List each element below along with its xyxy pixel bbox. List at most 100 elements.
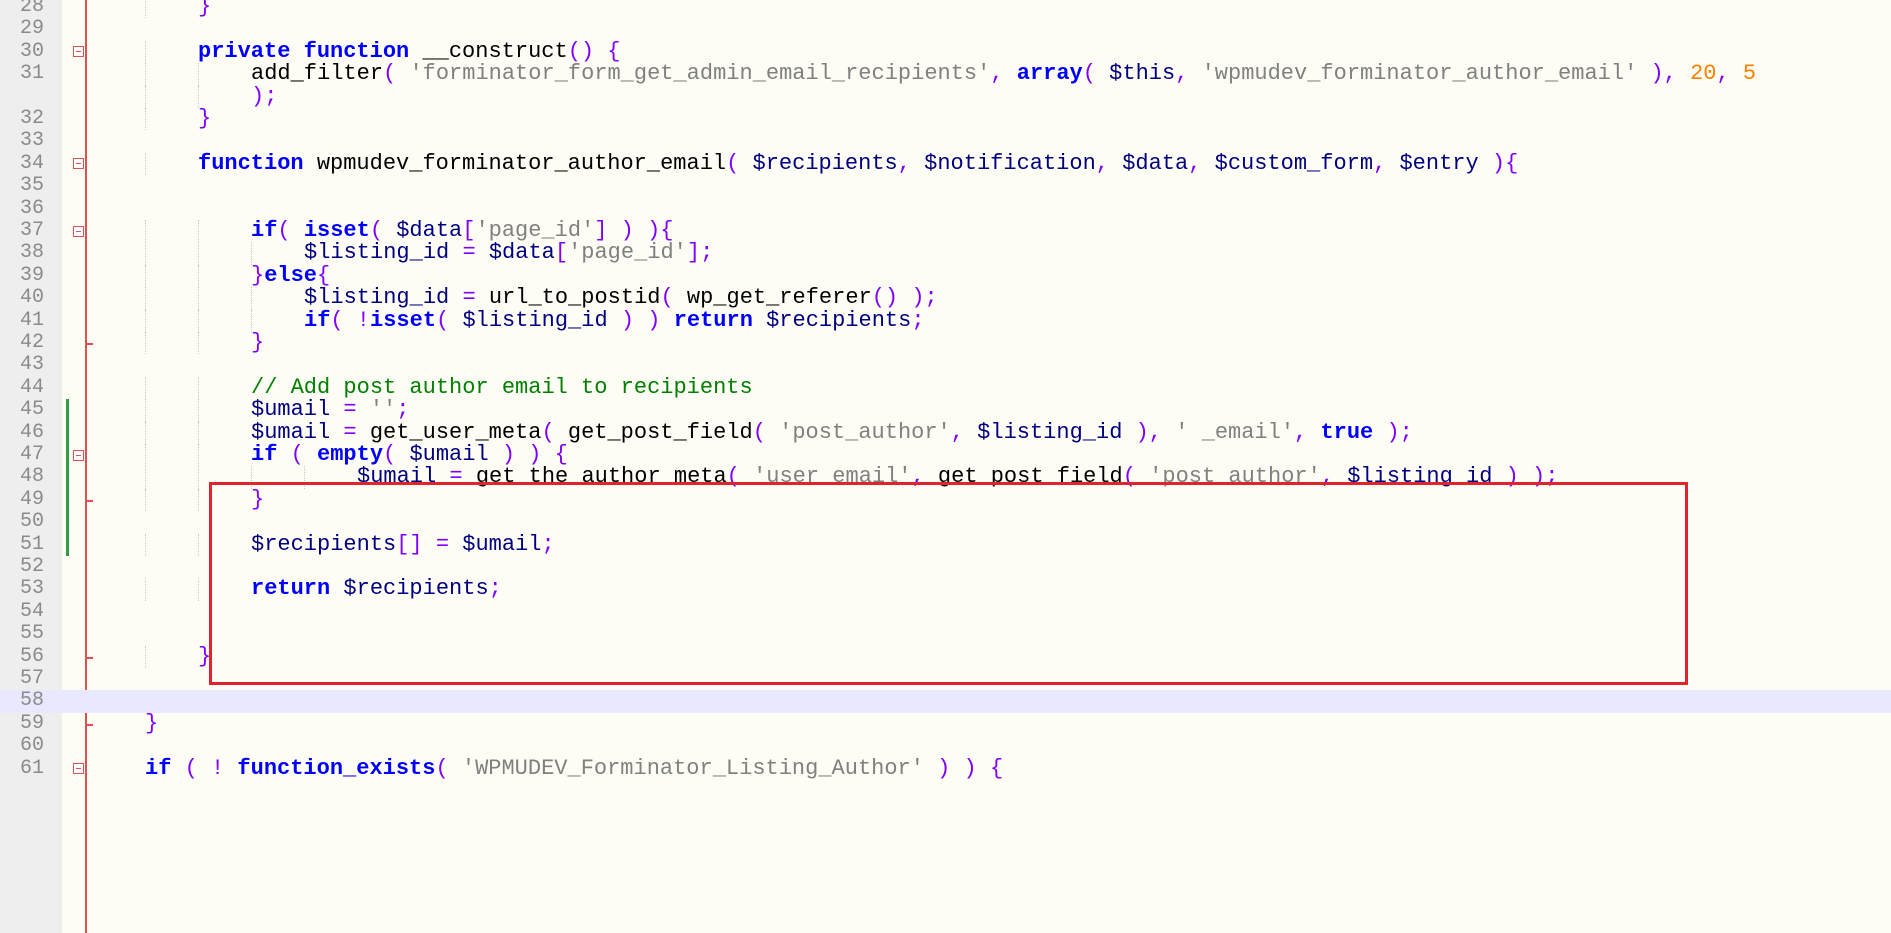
code-text: }	[198, 107, 211, 130]
fold-toggle-icon[interactable]	[73, 225, 84, 237]
code-text: if( isset( $data['page_id'] ) ){	[251, 218, 674, 243]
line-number: 49	[19, 487, 44, 511]
token-str: 'forminator_form_get_admin_email_recipie…	[409, 61, 991, 87]
code-line-43[interactable]: 43	[0, 353, 1891, 376]
code-line-32[interactable]: 32}	[0, 107, 1891, 131]
token-var: $data	[488, 240, 555, 266]
fold-toggle-icon[interactable]	[73, 449, 84, 461]
indent-guide	[198, 242, 199, 265]
token-op: {	[317, 262, 331, 288]
fold-toggle-icon[interactable]	[73, 46, 84, 58]
line-number: 37	[19, 219, 44, 242]
token-var: $this	[1109, 61, 1176, 87]
line-number: 54	[19, 599, 44, 623]
token-plain: __construct	[422, 38, 568, 64]
code-line-30[interactable]: 30 private function __construct() {	[0, 38, 1891, 64]
line-number: 32	[19, 107, 44, 130]
code-line-46[interactable]: 46 $umail = get_user_meta( get_post_field…	[0, 419, 1891, 445]
token-kw: function	[198, 150, 304, 176]
code-line-wrap[interactable]: );	[0, 85, 1891, 108]
token-plain: wpmudev_forminator_author_email	[316, 150, 727, 176]
indent-guide	[198, 466, 199, 489]
indent-guide	[145, 466, 146, 489]
code-line-35[interactable]: 35	[0, 174, 1891, 197]
line-number: 59	[19, 711, 44, 735]
code-line-59[interactable]: 59}	[0, 711, 1891, 735]
code-line-28[interactable]: 28}	[0, 0, 1891, 19]
token-kw: isset	[303, 218, 370, 243]
token-op: =	[343, 419, 357, 445]
code-line-34[interactable]: 34 function wpmudev_forminator_author_ema…	[0, 150, 1891, 176]
token-op: =	[462, 240, 476, 266]
code-line-38[interactable]: 38 $listing_id = $data['page_id'];	[0, 240, 1891, 266]
token-op: ,	[990, 61, 1017, 87]
code-line-31[interactable]: 31 add_filter( 'forminator_form_get_admin…	[0, 61, 1891, 87]
code-line-42[interactable]: 42}	[0, 331, 1891, 355]
code-text: );	[251, 85, 277, 108]
token-op: [	[554, 240, 569, 266]
code-line-45[interactable]: 45 $umail = '';	[0, 397, 1891, 423]
token-op: (	[435, 755, 462, 781]
token-var: $recipients	[752, 150, 898, 176]
token-op: ,	[897, 150, 925, 176]
token-op: =	[462, 285, 476, 311]
token-num: 5	[1742, 61, 1757, 87]
line-number: 48	[19, 465, 44, 489]
code-line-39[interactable]: 39}else{	[0, 262, 1891, 288]
fold-toggle-icon[interactable]	[73, 158, 84, 170]
fold-end-marker	[86, 723, 93, 726]
code-line-29[interactable]: 29	[0, 17, 1891, 40]
change-marker	[66, 488, 69, 512]
token-str: 'page_id'	[568, 240, 687, 266]
token-op: (	[660, 285, 687, 311]
code-editor[interactable]: 28} 29 30 private function __construct() {3…	[0, 0, 1891, 933]
token-var: $custom_form	[1214, 150, 1374, 176]
indent-guide	[198, 488, 199, 512]
token-op: ),	[1637, 61, 1691, 87]
indent-guide	[198, 332, 199, 355]
code-line-60[interactable]: 60	[0, 734, 1891, 757]
code-line-36[interactable]: 36	[0, 197, 1891, 220]
indent-guide	[198, 376, 199, 400]
code-line-41[interactable]: 41 if( !isset( $listing_id ) ) return $re…	[0, 307, 1891, 333]
token-op: ) ) {	[923, 755, 1004, 781]
token-op: ,	[1373, 150, 1400, 176]
token-str: 'post_author'	[779, 419, 951, 445]
line-number	[0, 86, 44, 108]
indent-guide	[145, 309, 146, 332]
line-number: 41	[19, 308, 44, 332]
indent-guide	[145, 242, 146, 265]
token-op: ),	[1122, 419, 1176, 445]
code-line-47[interactable]: 47 if ( empty( $umail ) ) {	[0, 442, 1891, 467]
code-text: }	[198, 0, 211, 18]
code-line-33[interactable]: 33	[0, 129, 1891, 153]
token-kw: isset	[370, 307, 437, 333]
indent-guide	[198, 220, 199, 243]
line-number: 33	[19, 129, 44, 153]
indent-guide	[251, 287, 252, 310]
code-line-61[interactable]: 61 if ( ! function_exists( 'WPMUDEV_Formi…	[0, 755, 1891, 781]
token-str: ' _email'	[1175, 419, 1295, 445]
indent-guide	[145, 645, 146, 668]
code-line-40[interactable]: 40 $listing_id = url_to_postid( wp_get_re…	[0, 285, 1891, 311]
indent-guide	[145, 63, 146, 86]
fold-toggle-icon[interactable]	[73, 763, 84, 775]
code-line-44[interactable]: 44 // Add post author email to recipients	[0, 376, 1891, 400]
code-line-58[interactable]: 58	[0, 689, 1891, 713]
token-plain: add_filter	[251, 61, 384, 87]
line-number: 34	[19, 151, 44, 175]
code-line-37[interactable]: 37 if( isset( $data['page_id'] ) ){	[0, 218, 1891, 243]
code-text: $umail = '';	[251, 397, 409, 423]
token-kw: true	[1320, 419, 1374, 445]
token-op: [	[462, 218, 476, 243]
token-op: (	[290, 442, 318, 467]
token-op: =	[343, 397, 357, 423]
